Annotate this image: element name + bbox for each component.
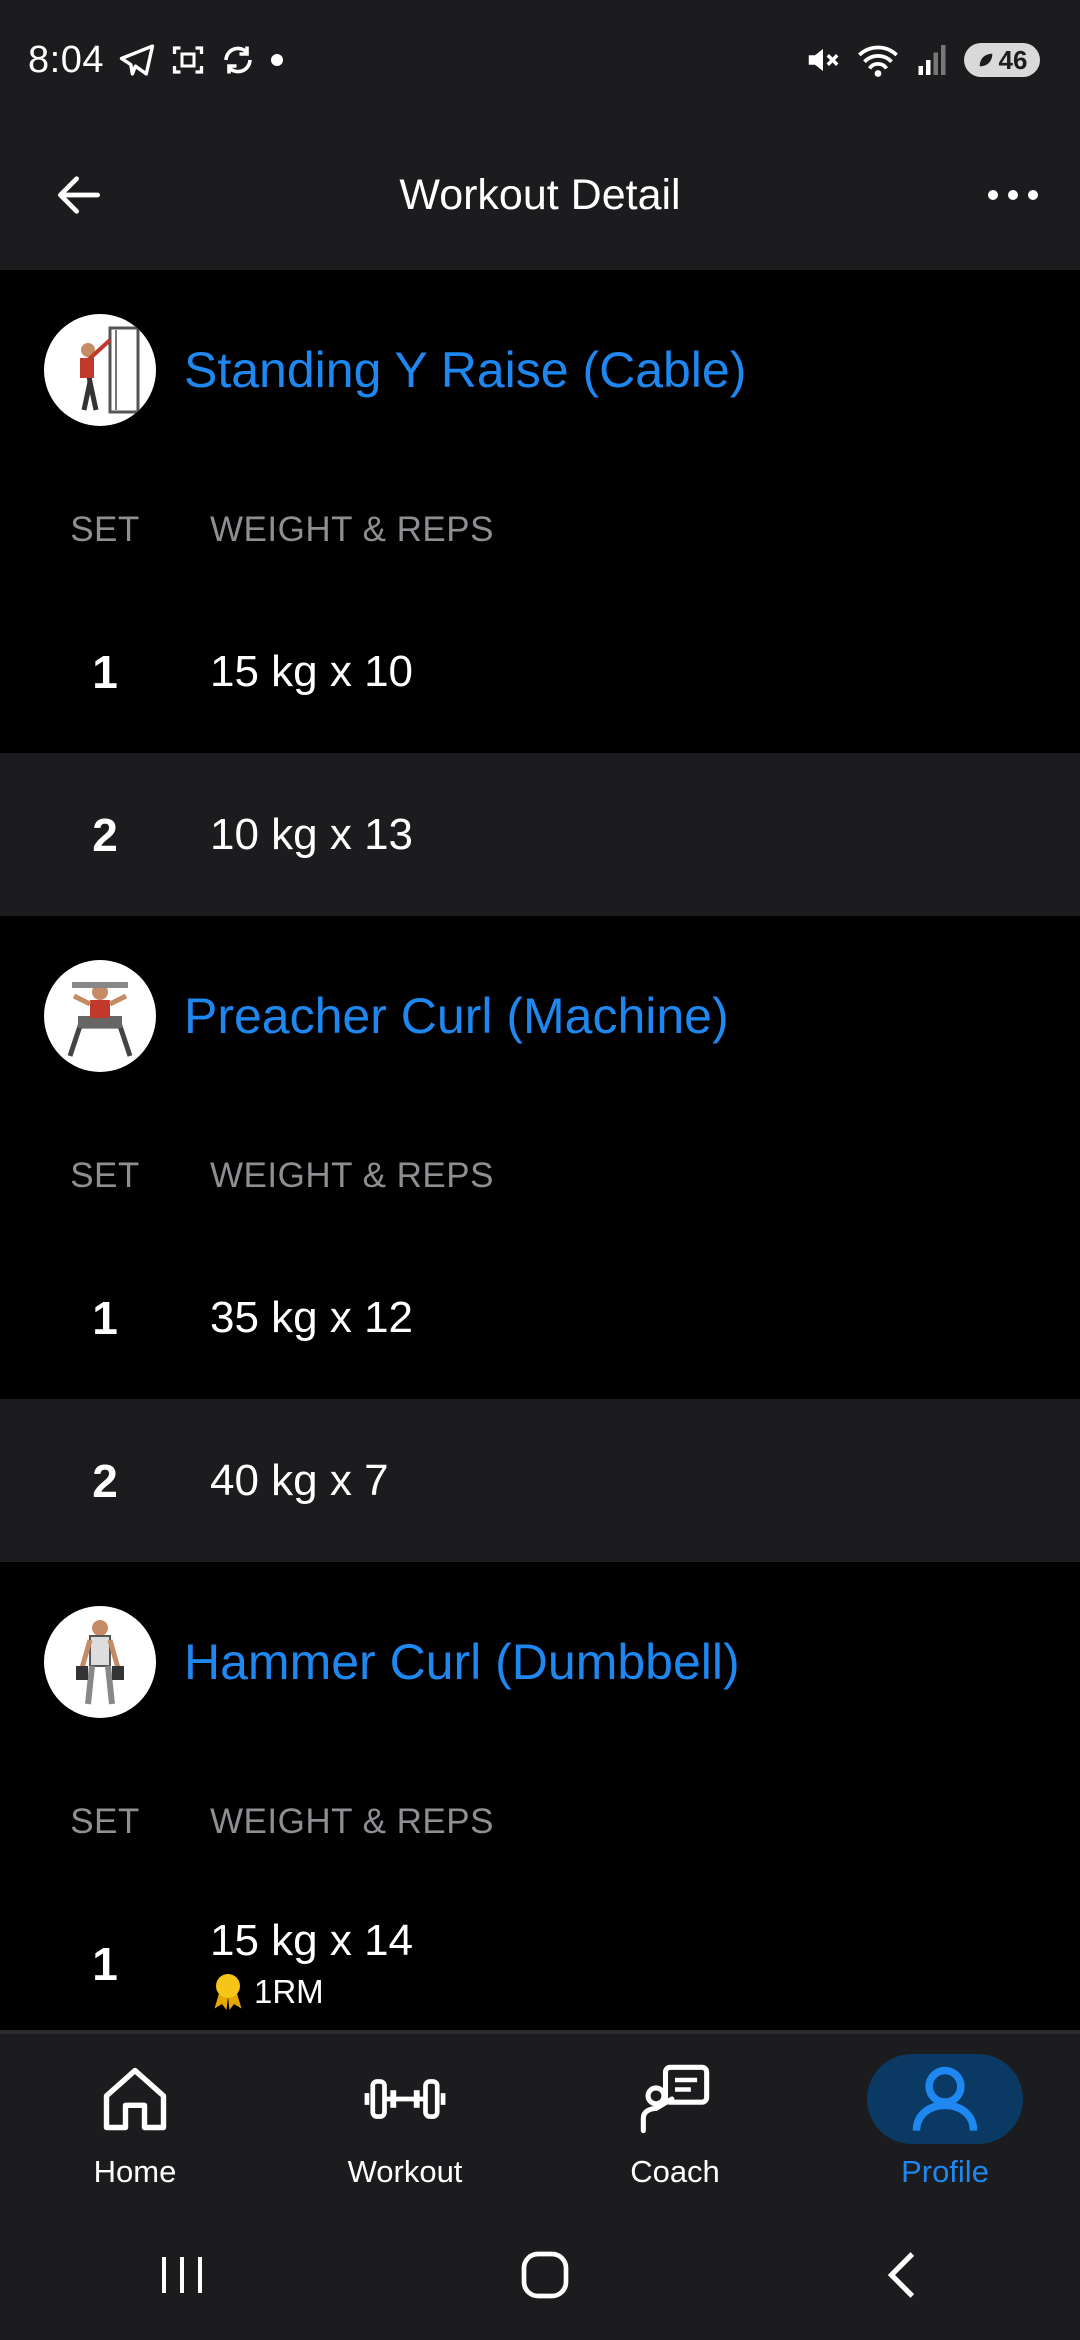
nav-icon-container [364, 2054, 446, 2144]
set-weight-reps: 15 kg x 10 [210, 646, 414, 696]
set-column-header: SET [70, 1156, 140, 1195]
bottom-navigation: Home Workout Coach Profile [0, 2030, 1080, 2210]
app-bar: Workout Detail [0, 120, 1080, 270]
notification-dot-icon [270, 54, 283, 66]
set-column-header: SET [70, 510, 140, 549]
medal-icon [214, 1973, 242, 2010]
nav-workout-label: Workout [347, 2154, 463, 2189]
set-number: 1 [92, 645, 118, 698]
status-time: 8:04 [28, 38, 104, 81]
home-button-icon[interactable] [517, 2247, 573, 2303]
set-table-header: SET WEIGHT & REPS [0, 470, 1080, 590]
cable-exercise-icon [80, 326, 140, 414]
sync-icon [224, 46, 252, 74]
set-weight-reps: 15 kg x 14 [210, 1915, 414, 1965]
exercise-thumbnail [44, 960, 156, 1072]
nav-profile-label: Profile [901, 2154, 989, 2189]
set-weight-reps: 40 kg x 7 [210, 1455, 389, 1505]
coach-icon [640, 2064, 710, 2134]
set-number: 2 [92, 1454, 118, 1507]
pr-badge-label: 1RM [254, 1972, 324, 2010]
set-row: 2 10 kg x 13 [0, 753, 1080, 916]
machine-exercise-icon [67, 982, 133, 1057]
pr-badge: 1RM [210, 1972, 413, 2012]
dumbbell-icon [364, 2079, 446, 2119]
set-row: 1 35 kg x 12 [0, 1236, 1080, 1399]
nav-icon-container [95, 2054, 175, 2144]
page-title: Workout Detail [399, 170, 681, 219]
dumbbell-exercise-icon [76, 1620, 124, 1705]
nav-workout[interactable]: Workout [270, 2054, 540, 2190]
exercise-header[interactable]: Preacher Curl (Machine) [0, 916, 1080, 1116]
nav-profile[interactable]: Profile [810, 2054, 1080, 2190]
exercise-name[interactable]: Hammer Curl (Dumbbell) [184, 1633, 740, 1691]
set-value-group: 15 kg x 14 1RM [210, 1916, 413, 2012]
profile-icon [912, 2066, 978, 2132]
screenshot-icon [172, 46, 204, 74]
recent-apps-icon[interactable] [152, 2250, 212, 2300]
more-horizontal-icon [988, 190, 1038, 200]
set-row: 1 15 kg x 10 [0, 590, 1080, 753]
nav-icon-container [637, 2054, 713, 2144]
nav-icon-container [867, 2054, 1023, 2144]
back-arrow-icon [58, 176, 100, 214]
set-number: 1 [92, 1291, 118, 1344]
set-number: 1 [92, 1937, 118, 1990]
set-weight-reps: 35 kg x 12 [210, 1292, 414, 1342]
mute-icon [808, 48, 839, 72]
status-bar: 8:04 46 [0, 0, 1080, 120]
leaf-icon [979, 53, 992, 67]
exercise-thumbnail [44, 314, 156, 426]
more-options-button[interactable] [978, 160, 1048, 230]
nav-coach[interactable]: Coach [540, 2054, 810, 2190]
weight-reps-column-header: WEIGHT & REPS [210, 1156, 494, 1195]
weight-reps-column-header: WEIGHT & REPS [210, 510, 494, 549]
back-button[interactable] [44, 160, 114, 230]
exercise-header[interactable]: Hammer Curl (Dumbbell) [0, 1562, 1080, 1762]
home-icon [103, 2067, 167, 2131]
exercise-thumbnail [44, 1606, 156, 1718]
exercise-header[interactable]: Standing Y Raise (Cable) [0, 270, 1080, 470]
nav-coach-label: Coach [630, 2154, 720, 2189]
signal-icon [918, 45, 946, 75]
nav-home[interactable]: Home [0, 2054, 270, 2190]
battery-indicator: 46 [964, 43, 1040, 77]
weight-reps-column-header: WEIGHT & REPS [210, 1802, 494, 1841]
set-column-header: SET [70, 1802, 140, 1841]
set-row: 1 15 kg x 14 1RM [0, 1882, 1080, 2030]
set-number: 2 [92, 808, 118, 861]
exercise-name[interactable]: Preacher Curl (Machine) [184, 987, 729, 1045]
exercise-name[interactable]: Standing Y Raise (Cable) [184, 341, 746, 399]
wifi-icon [858, 45, 898, 77]
battery-level: 46 [998, 44, 1028, 75]
set-table-header: SET WEIGHT & REPS [0, 1762, 1080, 1882]
telegram-icon [119, 44, 155, 76]
workout-content[interactable]: Standing Y Raise (Cable) SET WEIGHT & RE… [0, 270, 1080, 2030]
back-nav-icon[interactable] [878, 2247, 928, 2303]
set-row: 2 40 kg x 7 [0, 1399, 1080, 1562]
set-weight-reps: 10 kg x 13 [210, 809, 414, 859]
nav-home-label: Home [93, 2154, 177, 2189]
set-table-header: SET WEIGHT & REPS [0, 1116, 1080, 1236]
system-navigation-bar [0, 2210, 1080, 2340]
